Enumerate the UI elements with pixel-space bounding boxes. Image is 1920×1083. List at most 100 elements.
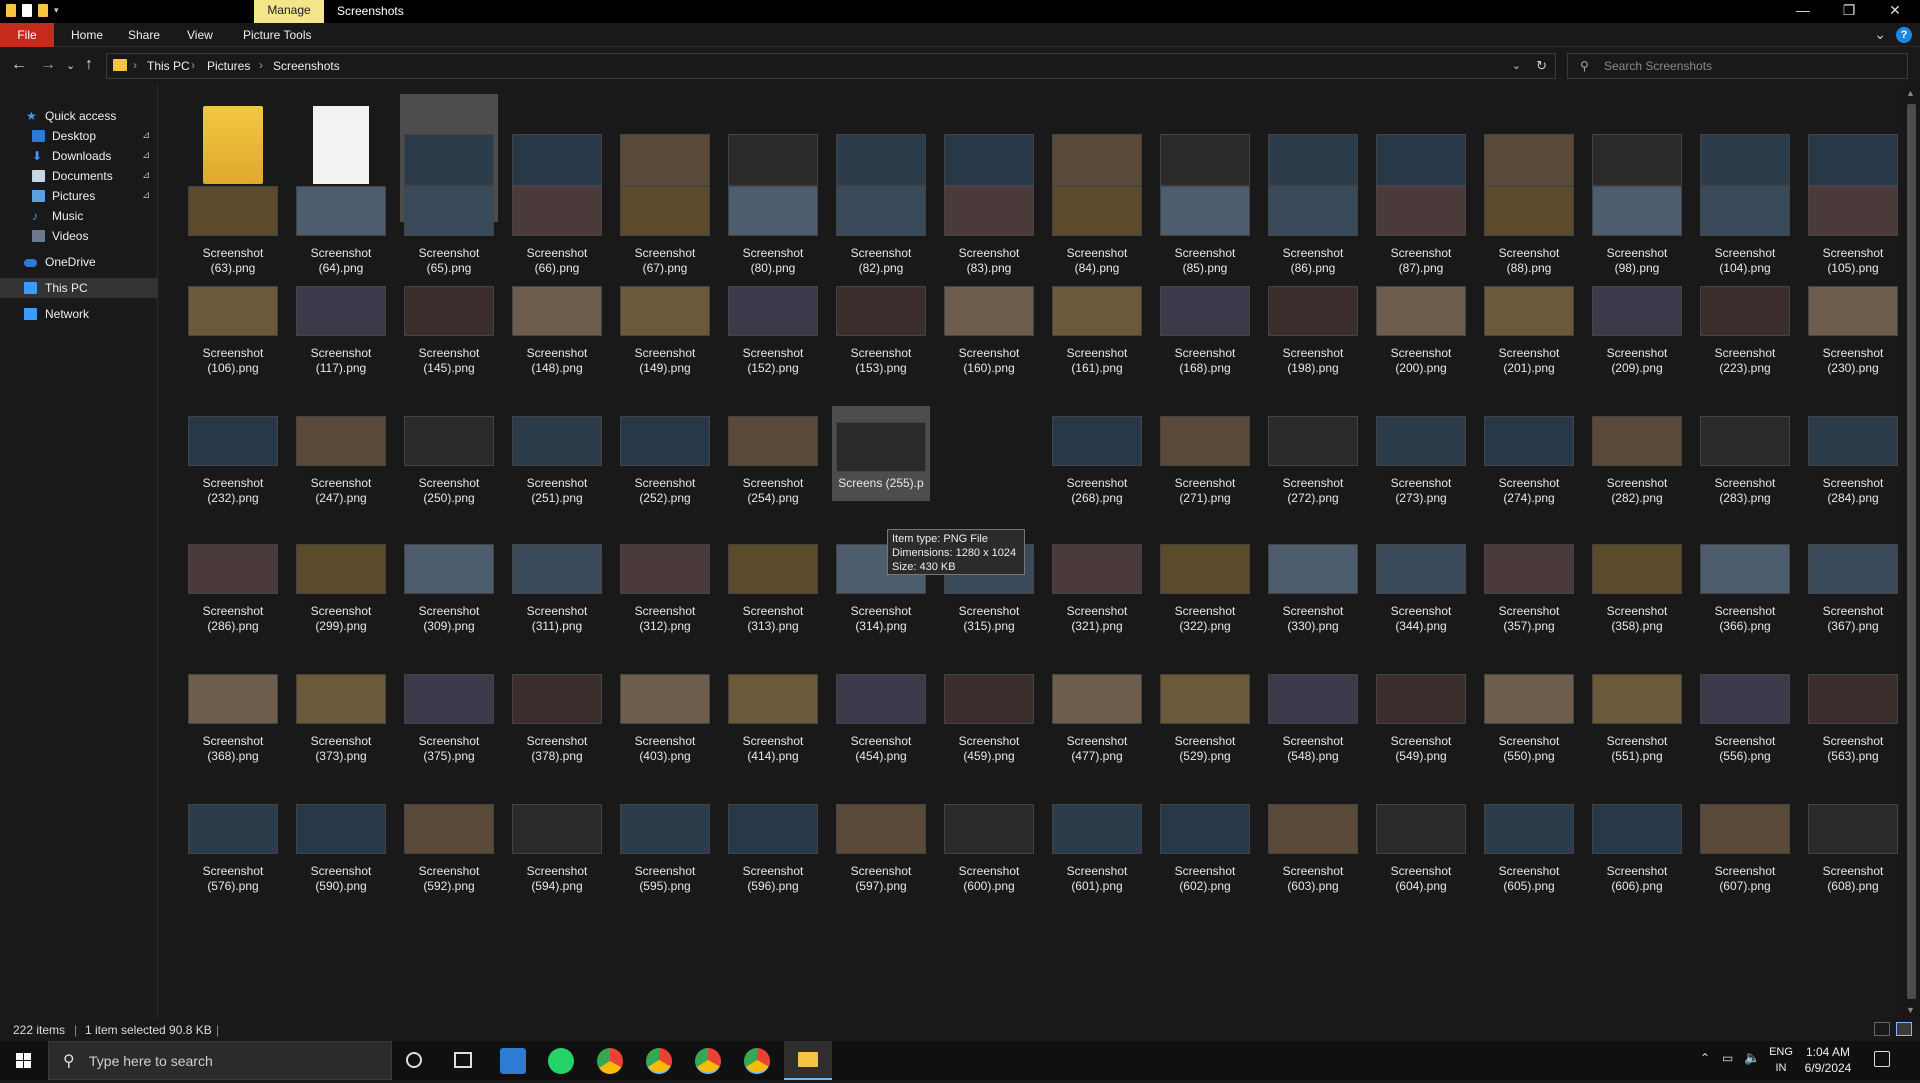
nav-network[interactable]: Network <box>0 304 158 324</box>
vertical-scrollbar[interactable]: ▲ ▼ <box>1903 84 1920 1019</box>
scroll-down-icon[interactable]: ▼ <box>1906 1005 1915 1015</box>
app-icon[interactable] <box>500 1048 526 1074</box>
file-explorer-taskbar-button[interactable] <box>784 1041 832 1080</box>
clock[interactable]: 1:04 AM 6/9/2024 <box>1798 1044 1858 1076</box>
file-item[interactable]: Screenshot (590).png <box>292 794 390 893</box>
nav-quick-access[interactable]: ★ Quick access <box>0 106 158 126</box>
volume-icon[interactable]: 🔈 <box>1744 1050 1760 1066</box>
back-button[interactable]: ← <box>11 56 27 74</box>
file-item[interactable]: Screenshot (373).png <box>292 664 390 763</box>
file-item[interactable]: Screenshot (299).png <box>292 534 390 633</box>
breadcrumb-separator[interactable]: › <box>191 58 195 72</box>
whatsapp-icon[interactable] <box>548 1048 574 1074</box>
close-button[interactable]: ✕ <box>1872 0 1918 23</box>
file-item[interactable]: Screenshot (595).png <box>616 794 714 893</box>
file-item[interactable]: Screenshot (367).png <box>1804 534 1902 633</box>
minimize-button[interactable]: — <box>1780 0 1826 23</box>
language-indicator[interactable]: ENG IN <box>1768 1044 1794 1076</box>
start-button[interactable] <box>0 1041 48 1080</box>
help-icon[interactable]: ? <box>1896 26 1912 43</box>
tab-picture-tools[interactable]: Picture Tools <box>243 23 311 47</box>
file-item[interactable]: Screenshot (200).png <box>1372 276 1470 375</box>
search-input[interactable] <box>1604 58 1894 74</box>
nav-onedrive[interactable]: OneDrive <box>0 252 158 272</box>
file-item[interactable]: Screenshot (454).png <box>832 664 930 763</box>
file-item[interactable]: Screenshot (286).png <box>184 534 282 633</box>
file-item[interactable]: Screenshot (149).png <box>616 276 714 375</box>
file-item[interactable]: Screenshot (283).png <box>1696 406 1794 505</box>
recent-locations-button[interactable]: ⌄ <box>66 59 75 72</box>
breadcrumb-separator[interactable]: › <box>133 58 137 72</box>
file-item[interactable]: Screenshot (209).png <box>1588 276 1686 375</box>
file-item[interactable]: Screenshot (153).png <box>832 276 930 375</box>
file-item[interactable]: Screenshot (368).png <box>184 664 282 763</box>
address-dropdown-icon[interactable]: ⌄ <box>1512 59 1521 72</box>
nav-music[interactable]: ♪ Music <box>0 206 158 226</box>
file-item[interactable]: Screenshot (311).png <box>508 534 606 633</box>
file-item[interactable]: Screenshot (168).png <box>1156 276 1254 375</box>
tab-manage[interactable]: Manage <box>254 0 324 23</box>
nav-pictures[interactable]: Pictures ⊿ <box>0 186 158 206</box>
nav-videos[interactable]: Videos <box>0 226 158 246</box>
file-item[interactable]: Screenshot (284).png <box>1804 406 1902 505</box>
file-item[interactable]: Screenshot (322).png <box>1156 534 1254 633</box>
file-item[interactable]: Screenshot (321).png <box>1048 534 1146 633</box>
file-item[interactable]: Screenshot (198).png <box>1264 276 1362 375</box>
scrollbar-thumb[interactable] <box>1907 104 1916 999</box>
file-item[interactable]: Screenshot (556).png <box>1696 664 1794 763</box>
properties-icon[interactable] <box>22 4 32 17</box>
expand-ribbon-icon[interactable]: ⌄ <box>1874 26 1886 43</box>
file-item[interactable]: Screenshot (606).png <box>1588 794 1686 893</box>
file-item[interactable]: Screenshot (152).png <box>724 276 822 375</box>
breadcrumb-pictures[interactable]: Pictures <box>207 59 250 73</box>
file-item[interactable]: Screens (255).p <box>832 406 930 501</box>
file-item[interactable]: Screenshot (601).png <box>1048 794 1146 893</box>
file-item[interactable]: Screenshot (550).png <box>1480 664 1578 763</box>
file-item[interactable]: Screenshot (403).png <box>616 664 714 763</box>
file-item[interactable]: Screenshot (80).png <box>724 176 822 275</box>
cortana-icon[interactable] <box>406 1052 422 1068</box>
file-item[interactable]: Screenshot (86).png <box>1264 176 1362 275</box>
file-item[interactable]: Screenshot (604).png <box>1372 794 1470 893</box>
network-icon[interactable]: ▭ <box>1722 1051 1733 1065</box>
task-view-icon[interactable] <box>454 1052 472 1068</box>
file-item[interactable]: Screenshot (529).png <box>1156 664 1254 763</box>
tab-view[interactable]: View <box>187 23 213 47</box>
file-item[interactable]: Screenshot (273).png <box>1372 406 1470 505</box>
tab-home[interactable]: Home <box>71 23 103 47</box>
file-item[interactable]: Screenshot (274).png <box>1480 406 1578 505</box>
file-item[interactable]: Screenshot (104).png <box>1696 176 1794 275</box>
new-folder-icon[interactable] <box>38 4 48 17</box>
file-item[interactable]: Screenshot (201).png <box>1480 276 1578 375</box>
nav-downloads[interactable]: ⬇ Downloads ⊿ <box>0 146 158 166</box>
nav-this-pc[interactable]: This PC <box>0 278 158 298</box>
file-item[interactable]: Screenshot (145).png <box>400 276 498 375</box>
file-item[interactable]: Screenshot (357).png <box>1480 534 1578 633</box>
maximize-button[interactable]: ❐ <box>1826 0 1872 23</box>
scroll-up-icon[interactable]: ▲ <box>1906 88 1915 98</box>
file-item[interactable]: Screenshot (268).png <box>1048 406 1146 505</box>
chevron-up-icon[interactable]: ⌃ <box>1700 1051 1710 1065</box>
file-item[interactable]: Screenshot (87).png <box>1372 176 1470 275</box>
file-item[interactable]: Screenshot (230).png <box>1804 276 1902 375</box>
breadcrumb-screenshots[interactable]: Screenshots <box>273 59 340 73</box>
file-item[interactable]: Screenshot (84).png <box>1048 176 1146 275</box>
chrome-profile-icon[interactable] <box>646 1048 672 1074</box>
file-item[interactable]: Screenshot (65).png <box>400 176 498 275</box>
file-item[interactable]: Screenshot (251).png <box>508 406 606 505</box>
file-item[interactable]: Screenshot (477).png <box>1048 664 1146 763</box>
file-item[interactable]: Screenshot (378).png <box>508 664 606 763</box>
forward-button[interactable]: → <box>40 56 56 74</box>
search-box[interactable]: ⚲ <box>1567 53 1908 79</box>
taskbar-search[interactable]: ⚲ <box>48 1041 392 1080</box>
file-item[interactable]: Screenshot (105).png <box>1804 176 1902 275</box>
file-item[interactable]: Screenshot (603).png <box>1264 794 1362 893</box>
nav-documents[interactable]: Documents ⊿ <box>0 166 158 186</box>
file-item[interactable]: Screenshot (309).png <box>400 534 498 633</box>
file-item[interactable]: Screenshot (64).png <box>292 176 390 275</box>
breadcrumb-this-pc[interactable]: This PC <box>147 59 190 73</box>
tab-file[interactable]: File <box>0 23 54 47</box>
file-item[interactable]: Screenshot (344).png <box>1372 534 1470 633</box>
file-item[interactable]: Screenshot (313).png <box>724 534 822 633</box>
notifications-icon[interactable] <box>1874 1051 1890 1067</box>
